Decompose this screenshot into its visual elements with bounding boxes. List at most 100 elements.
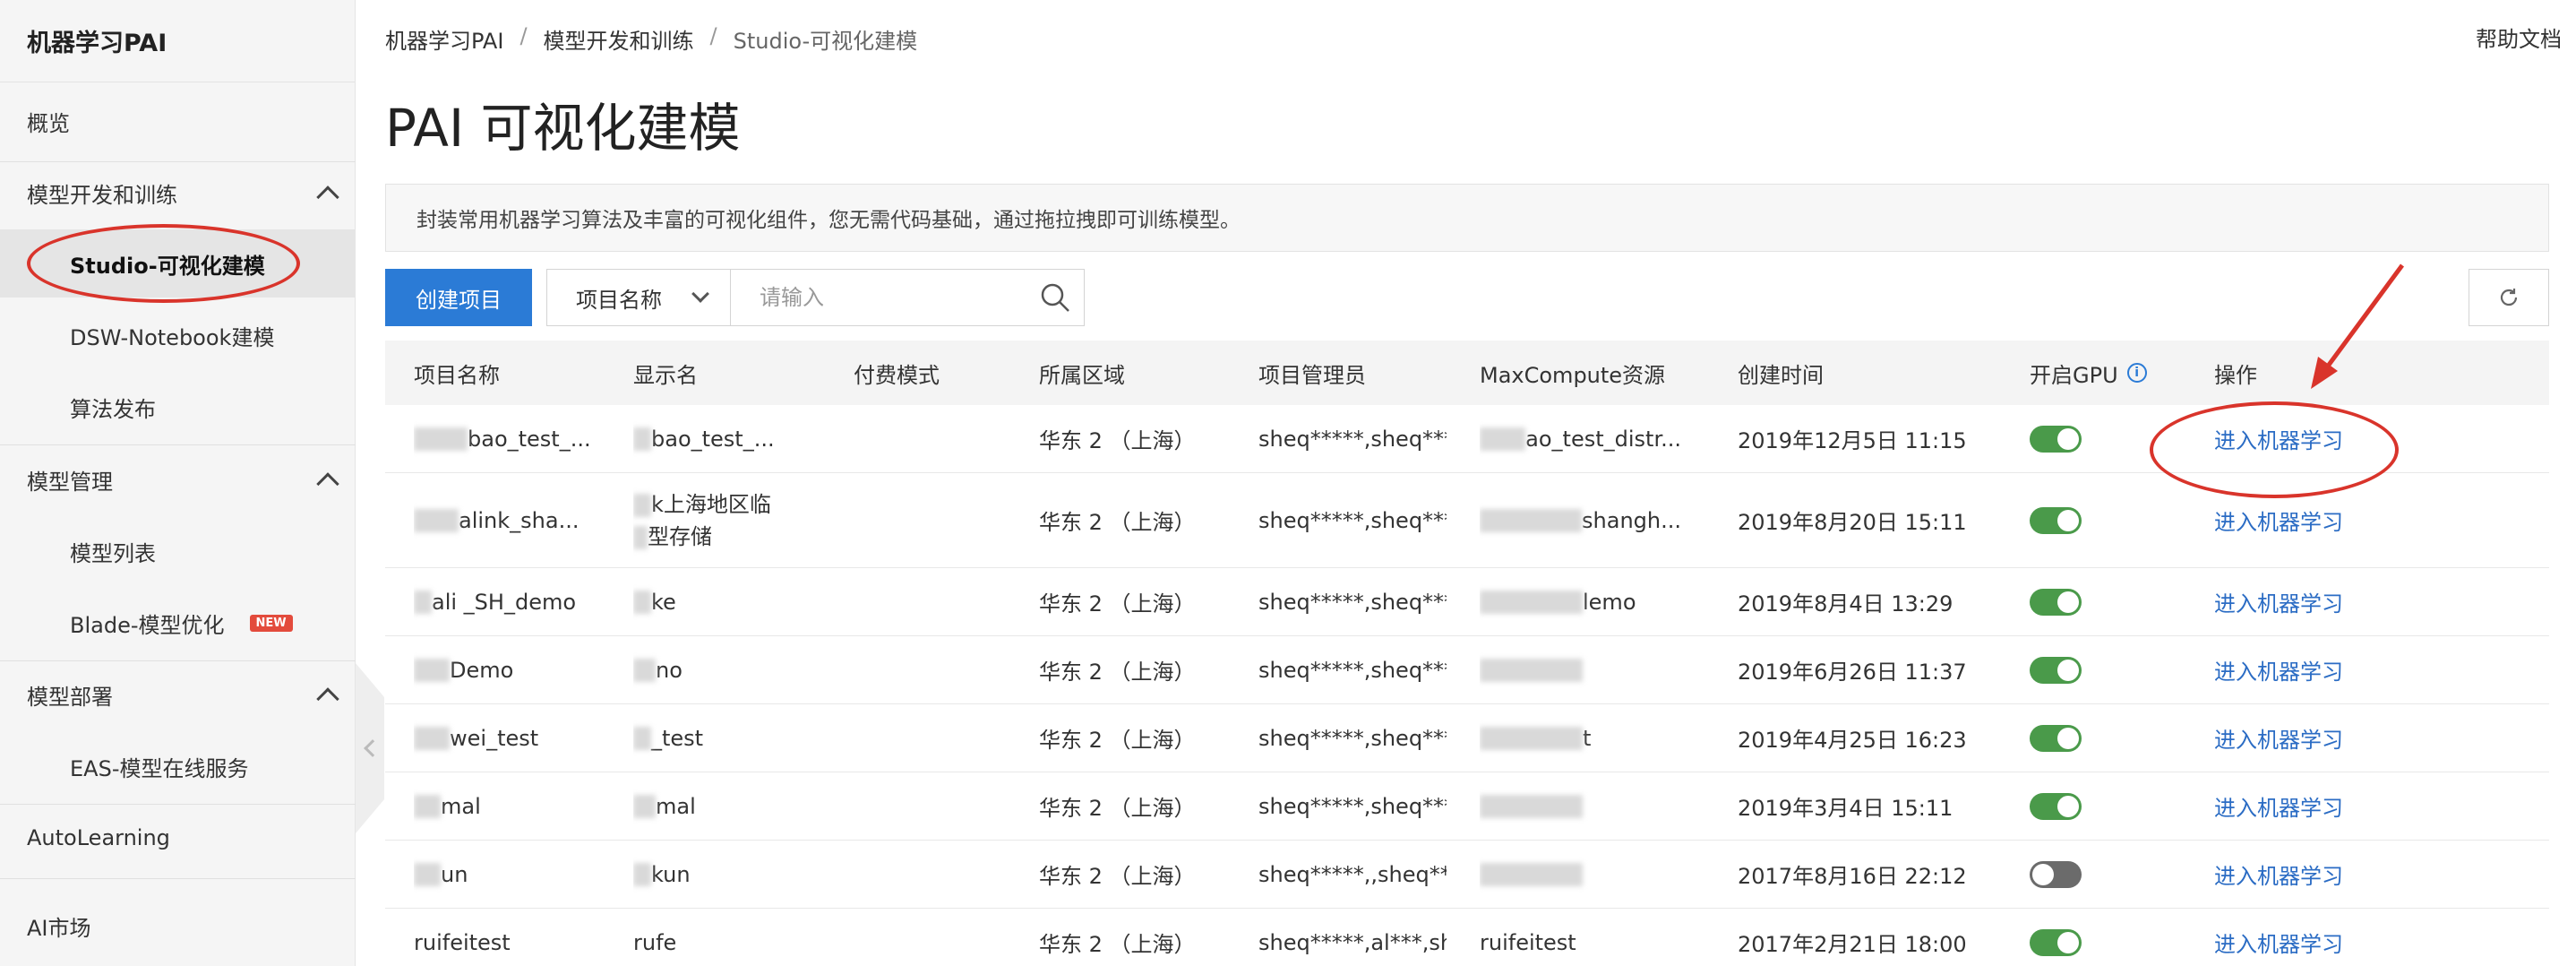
cell-created: 2019年3月4日 15:11 [1738,796,1953,821]
enter-ml-link[interactable]: 进入机器学习 [2214,704,2411,772]
divider [0,878,356,879]
cell-region: 华东 2 （上海） [1039,428,1196,453]
sidebar-item-label: AutoLearning [27,825,170,850]
breadcrumb-mid[interactable]: 模型开发和训练 [544,23,694,55]
cell-gpu [2030,568,2137,635]
toggle-knob [2057,659,2079,681]
cell-maxcompute [1480,841,1681,908]
cell-region: 华东 2 （上海） [1039,728,1196,753]
chevron-up-icon [316,687,339,711]
gpu-toggle[interactable] [2030,724,2082,752]
cell-project-name: ali _SH_demo [414,568,593,635]
toggle-knob [2057,509,2079,531]
sidebar-group-model-mgmt[interactable]: 模型管理 [0,445,356,513]
sidebar-item-eas[interactable]: EAS-模型在线服务 [0,732,356,800]
cell-maxcompute: shangh... [1480,473,1681,567]
cell-admin: sheq*****,sheq*** [1258,507,1447,533]
sidebar-item-autolearning[interactable]: AutoLearning [0,804,356,872]
sidebar-item-label: 算法发布 [70,396,156,422]
cell-gpu [2030,636,2137,703]
col-project-name: 项目名称 [414,362,500,388]
sidebar-item-model-list[interactable]: 模型列表 [0,517,356,585]
redacted-mask [633,862,651,886]
toggle-knob [2057,591,2079,613]
cell-gpu [2030,772,2137,840]
search-input[interactable] [730,269,1085,326]
enter-ml-link[interactable]: 进入机器学习 [2214,909,2411,966]
sidebar-item-ai-market[interactable]: AI市场 [0,892,356,960]
cell-created: 2019年12月5日 11:15 [1738,428,1967,453]
gpu-toggle[interactable] [2030,425,2082,453]
toggle-knob [2032,863,2054,885]
col-maxcompute: MaxCompute资源 [1480,362,1666,388]
gpu-toggle[interactable] [2030,860,2082,888]
redacted-mask [1480,508,1583,532]
help-docs-link[interactable]: 帮助文档 [2476,22,2562,53]
col-gpu-label: 开启GPU [2030,362,2118,388]
sidebar-item-label: AI市场 [27,915,91,941]
enter-ml-link[interactable]: 进入机器学习 [2214,841,2411,908]
search-field-select[interactable]: 项目名称 [546,269,731,326]
sidebar-group-model-dev[interactable]: 模型开发和训练 [0,159,356,227]
enter-ml-link[interactable]: 进入机器学习 [2214,405,2411,472]
breadcrumb-separator: / [709,23,717,48]
gpu-toggle[interactable] [2030,656,2082,684]
col-gpu: 开启GPU i [2030,341,2147,405]
table-row: ruifeitest rufe 华东 2 （上海） sheq*****,al***,s… [385,909,2549,966]
sidebar-item-overview[interactable]: 概览 [0,87,356,155]
cell-maxcompute: t [1480,704,1681,772]
cell-display-name: _test [633,704,812,772]
redacted-mask [633,590,651,614]
gpu-toggle[interactable] [2030,928,2082,956]
cell-region: 华东 2 （上海） [1039,660,1196,685]
brand-title: 机器学习PAI [0,0,355,82]
redacted-mask [1480,726,1583,750]
sidebar-collapse-handle[interactable] [356,663,384,833]
table-row: un kun 华东 2 （上海） sheq*****,,sheq*** 2017年8月1… [385,841,2549,909]
info-icon[interactable]: i [2126,363,2147,383]
gpu-toggle[interactable] [2030,506,2082,534]
sidebar-item-label: 概览 [27,110,70,136]
table-row: Demo no 华东 2 （上海） sheq*****,sheq*** 2019年6月2… [385,636,2549,704]
sidebar-item-dsw[interactable]: DSW-Notebook建模 [0,301,356,369]
enter-ml-link[interactable]: 进入机器学习 [2214,568,2411,635]
cell-admin: sheq*****,sheq*** [1258,657,1447,683]
sidebar-group-model-deploy[interactable]: 模型部署 [0,660,356,729]
sidebar-item-label: DSW-Notebook建模 [70,324,275,350]
cell-region: 华东 2 （上海） [1039,796,1196,821]
table-row: wei_test _test 华东 2 （上海） sheq*****,sheq*** t… [385,704,2549,772]
search-icon[interactable] [1039,281,1071,314]
cell-admin: sheq*****,al***,she [1258,929,1447,955]
enter-ml-link[interactable]: 进入机器学习 [2214,772,2411,840]
sidebar-item-studio[interactable]: Studio-可视化建模 [0,229,356,298]
cell-project-name: Demo [414,636,593,703]
refresh-button[interactable] [2469,269,2549,326]
breadcrumb-root[interactable]: 机器学习PAI [385,23,503,55]
table-row: bao_test_... bao_test_... 华东 2 （上海） sheq***… [385,405,2549,473]
toolbar: 创建项目 项目名称 [385,269,2549,326]
redacted-mask [633,427,651,451]
sidebar-item-label: Blade-模型优化 [70,612,225,638]
gpu-toggle[interactable] [2030,588,2082,616]
enter-ml-link[interactable]: 进入机器学习 [2214,473,2411,567]
enter-ml-link[interactable]: 进入机器学习 [2214,636,2411,703]
sidebar: 机器学习PAI 概览 模型开发和训练 Studio-可视化建模 DSW-Note… [0,0,356,966]
sidebar-item-blade[interactable]: Blade-模型优化 NEW [0,589,356,657]
sidebar-item-label: EAS-模型在线服务 [70,755,249,781]
cell-display-name: kun [633,841,812,908]
cell-created: 2017年8月16日 22:12 [1738,864,1967,889]
cell-region: 华东 2 （上海） [1039,591,1196,617]
cell-created: 2019年8月4日 13:29 [1738,591,1953,617]
create-project-button[interactable]: 创建项目 [385,269,532,326]
gpu-toggle[interactable] [2030,792,2082,820]
cell-display-name: ke [633,568,812,635]
redacted-mask [414,508,459,532]
toggle-knob [2057,795,2079,817]
col-ops: 操作 [2214,362,2257,388]
col-created: 创建时间 [1738,362,1824,388]
sidebar-item-algo-publish[interactable]: 算法发布 [0,373,356,441]
breadcrumb-separator: / [519,23,528,48]
cell-maxcompute [1480,636,1681,703]
chevron-left-icon [364,739,382,757]
redacted-mask [1480,658,1583,682]
